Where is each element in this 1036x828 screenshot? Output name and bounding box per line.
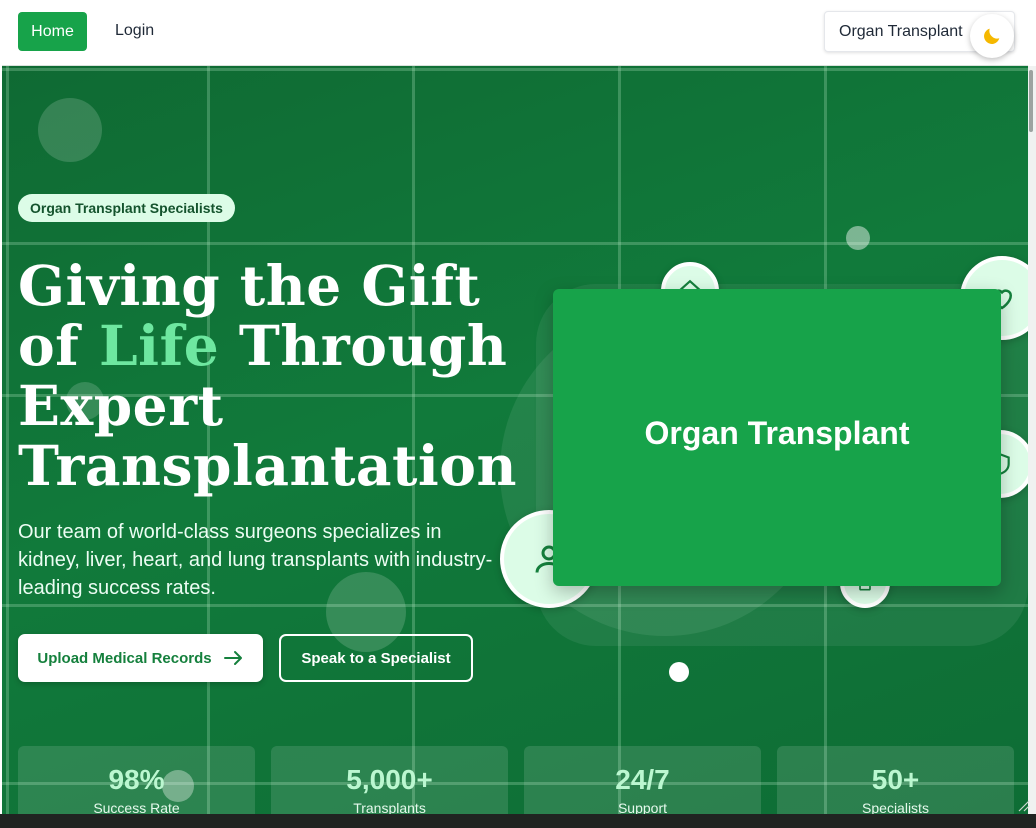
decor-bubble (38, 98, 102, 162)
stat-value: 98% (108, 764, 165, 795)
resize-grip-icon[interactable] (1016, 798, 1030, 812)
home-button[interactable]: Home (18, 12, 87, 51)
stat-value: 5,000+ (346, 764, 433, 795)
stat-value: 24/7 (615, 764, 670, 795)
upload-medical-records-button[interactable]: Upload Medical Records (18, 634, 263, 682)
login-link[interactable]: Login (115, 22, 154, 40)
upload-button-label: Upload Medical Records (37, 649, 212, 667)
stat-value: 50+ (871, 764, 920, 795)
hero-description: Our team of world-class surgeons special… (18, 521, 493, 599)
specialists-badge: Organ Transplant Specialists (18, 194, 235, 222)
stat-label: Transplants (353, 800, 426, 814)
speak-to-specialist-button[interactable]: Speak to a Specialist (279, 634, 473, 682)
stat-label: Success Rate (93, 800, 180, 814)
stat-card-specialists: 50+ Specialists (777, 746, 1014, 814)
browser-viewport: Home Login Organ Transplant Organ Transp… (0, 0, 1036, 828)
decor-dot (846, 226, 870, 250)
hero-headline: Giving the Gift of Life Through Expert T… (18, 253, 517, 498)
stat-card-success-rate: 98% Success Rate (18, 746, 255, 814)
stat-label: Support (617, 800, 668, 814)
scrollbar-thumb[interactable] (1029, 70, 1033, 132)
decor-dot (669, 662, 689, 682)
organ-transplant-card: Organ Transplant (553, 289, 1001, 586)
brand-label: Organ Transplant (839, 23, 963, 40)
stat-card-support: 24/7 Support (524, 746, 761, 814)
headline-accent: Life (99, 313, 220, 378)
theme-toggle-button[interactable] (970, 14, 1014, 58)
top-navbar: Home Login Organ Transplant (2, 0, 1028, 66)
moon-icon (984, 28, 1000, 44)
card-title: Organ Transplant (644, 415, 910, 451)
hero-section: Organ Transplant Specialists Giving the … (2, 66, 1028, 814)
window-bottom-edge (0, 814, 1036, 828)
stat-label: Specialists (862, 800, 929, 814)
arrow-right-icon (223, 651, 242, 665)
vertical-scrollbar[interactable] (1028, 66, 1036, 814)
stat-card-transplants: 5,000+ Transplants (271, 746, 508, 814)
